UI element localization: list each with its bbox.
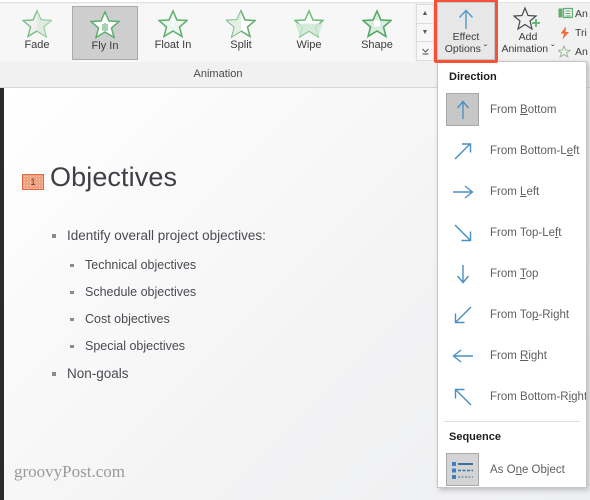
bullet-item: Cost objectives xyxy=(50,312,450,326)
animation-advanced-commands: An Tri An xyxy=(558,4,590,60)
chevron-up-icon: ▲ xyxy=(421,10,429,18)
trigger-label: Tri xyxy=(575,26,587,39)
effect-options-button[interactable]: Effect Options ˇ xyxy=(437,2,495,60)
menu-item-label: From Bottom-Right xyxy=(490,390,587,403)
menu-item-label: From Bottom-Left xyxy=(490,144,580,157)
star-plus-icon xyxy=(513,6,540,31)
arrow-down-left-icon xyxy=(446,298,479,331)
gallery-item-label: Float In xyxy=(154,39,192,51)
effect-options-dropdown-menu: Direction From Bottom From Bottom-Left F… xyxy=(437,61,587,488)
gallery-item-fly-in[interactable]: Fly In xyxy=(72,6,138,60)
animation-painter-label: An xyxy=(575,45,588,58)
gallery-item-label: Split xyxy=(230,39,252,51)
add-animation-label-text: Animation xyxy=(501,42,549,55)
menu-item-label: From Top-Left xyxy=(490,226,562,239)
gallery-item-wipe[interactable]: Wipe xyxy=(276,6,342,60)
animation-pane-button[interactable]: An xyxy=(558,5,590,22)
star-wipe-icon xyxy=(293,9,325,39)
bullet-item: Schedule objectives xyxy=(50,285,450,299)
menu-item-from-top-left[interactable]: From Top-Left xyxy=(438,212,586,253)
as-one-object-icon xyxy=(446,453,479,486)
trigger-button[interactable]: Tri xyxy=(558,24,590,41)
sequence-section-header: Sequence xyxy=(449,431,501,443)
menu-item-from-top-right[interactable]: From Top-Right xyxy=(438,294,586,335)
watermark: groovyPost.com xyxy=(14,462,125,481)
menu-item-label: From Bottom xyxy=(490,103,557,116)
gallery-item-label: Shape xyxy=(361,39,393,51)
arrow-left-icon xyxy=(446,339,479,372)
gallery-item-shape[interactable]: Shape xyxy=(344,6,410,60)
slide-body-placeholder[interactable]: Identify overall project objectives: Tec… xyxy=(50,228,450,396)
star-split-icon xyxy=(225,9,257,39)
animation-painter-button[interactable]: An xyxy=(558,43,590,60)
menu-item-label: As One Object xyxy=(490,463,565,476)
arrow-up-right-icon xyxy=(446,134,479,167)
bullet-item: Technical objectives xyxy=(50,258,450,272)
arrow-down-right-icon xyxy=(446,216,479,249)
star-fade-icon xyxy=(21,9,53,39)
trigger-lightning-icon xyxy=(560,26,569,39)
bullet-item: Identify overall project objectives: xyxy=(50,228,450,243)
add-animation-label-line2: Animation ˇ xyxy=(501,42,555,56)
arrow-down-icon xyxy=(446,257,479,290)
gallery-item-split[interactable]: Split xyxy=(208,6,274,60)
animation-pane-icon xyxy=(558,7,573,19)
menu-item-from-right[interactable]: From Right xyxy=(438,335,586,376)
animation-order-badge[interactable]: 1 xyxy=(22,174,44,190)
arrow-up-icon xyxy=(446,93,479,126)
menu-item-from-bottom-right[interactable]: From Bottom-Right xyxy=(438,376,586,417)
menu-item-from-bottom-left[interactable]: From Bottom-Left xyxy=(438,130,586,171)
effect-options-label-line2: Options ˇ xyxy=(444,42,488,56)
star-float-in-icon xyxy=(157,9,189,39)
animation-painter-icon xyxy=(558,45,572,58)
gallery-item-float-in[interactable]: Float In xyxy=(140,6,206,60)
direction-section-header: Direction xyxy=(449,71,497,83)
gallery-more-button[interactable] xyxy=(416,41,434,62)
effect-options-label-text: Options xyxy=(444,42,481,55)
gallery-item-label: Wipe xyxy=(296,39,322,51)
chevron-down-icon: ▼ xyxy=(421,29,429,36)
add-animation-button[interactable]: Add Animation ˇ xyxy=(500,2,556,60)
slide-left-edge xyxy=(0,88,4,500)
animation-gallery: Fade Fly In Float In Split Wipe Shape xyxy=(0,4,414,62)
slide-title[interactable]: Objectives xyxy=(50,162,177,193)
arrow-up-left-icon xyxy=(446,380,479,413)
chevron-down-icon: ˇ xyxy=(551,42,555,55)
menu-item-from-bottom[interactable]: From Bottom xyxy=(438,89,586,130)
powerpoint-window: Fade Fly In Float In Split Wipe Shape ▲ … xyxy=(0,0,590,500)
menu-item-label: From Right xyxy=(490,349,547,362)
star-shape-icon xyxy=(361,9,393,39)
animation-group-label-bar: Animation xyxy=(0,63,436,85)
gallery-item-label: Fly In xyxy=(91,40,119,52)
menu-item-as-one-object[interactable]: As One Object xyxy=(438,449,586,487)
animation-pane-label: An xyxy=(575,7,588,20)
chevron-down-icon: ˇ xyxy=(483,42,488,55)
up-arrow-icon xyxy=(458,9,474,29)
gallery-scroll-down-button[interactable]: ▼ xyxy=(416,22,434,42)
bullet-item: Non-goals xyxy=(50,366,450,381)
gallery-scroll-up-button[interactable]: ▲ xyxy=(416,4,434,23)
menu-item-label: From Top xyxy=(490,267,539,280)
gallery-scroll-buttons: ▲ ▼ xyxy=(416,4,434,62)
bullet-item: Special objectives xyxy=(50,339,450,353)
gallery-item-fade[interactable]: Fade xyxy=(4,6,70,60)
menu-item-from-top[interactable]: From Top xyxy=(438,253,586,294)
chevron-down-bar-icon xyxy=(421,48,429,55)
menu-item-label: From Left xyxy=(490,185,540,198)
gallery-item-label: Fade xyxy=(24,39,50,51)
menu-item-from-left[interactable]: From Left xyxy=(438,171,586,212)
menu-item-label: From Top-Right xyxy=(490,308,570,321)
group-label: Animation xyxy=(193,68,243,80)
star-fly-in-icon xyxy=(89,10,121,40)
arrow-right-icon xyxy=(446,175,479,208)
